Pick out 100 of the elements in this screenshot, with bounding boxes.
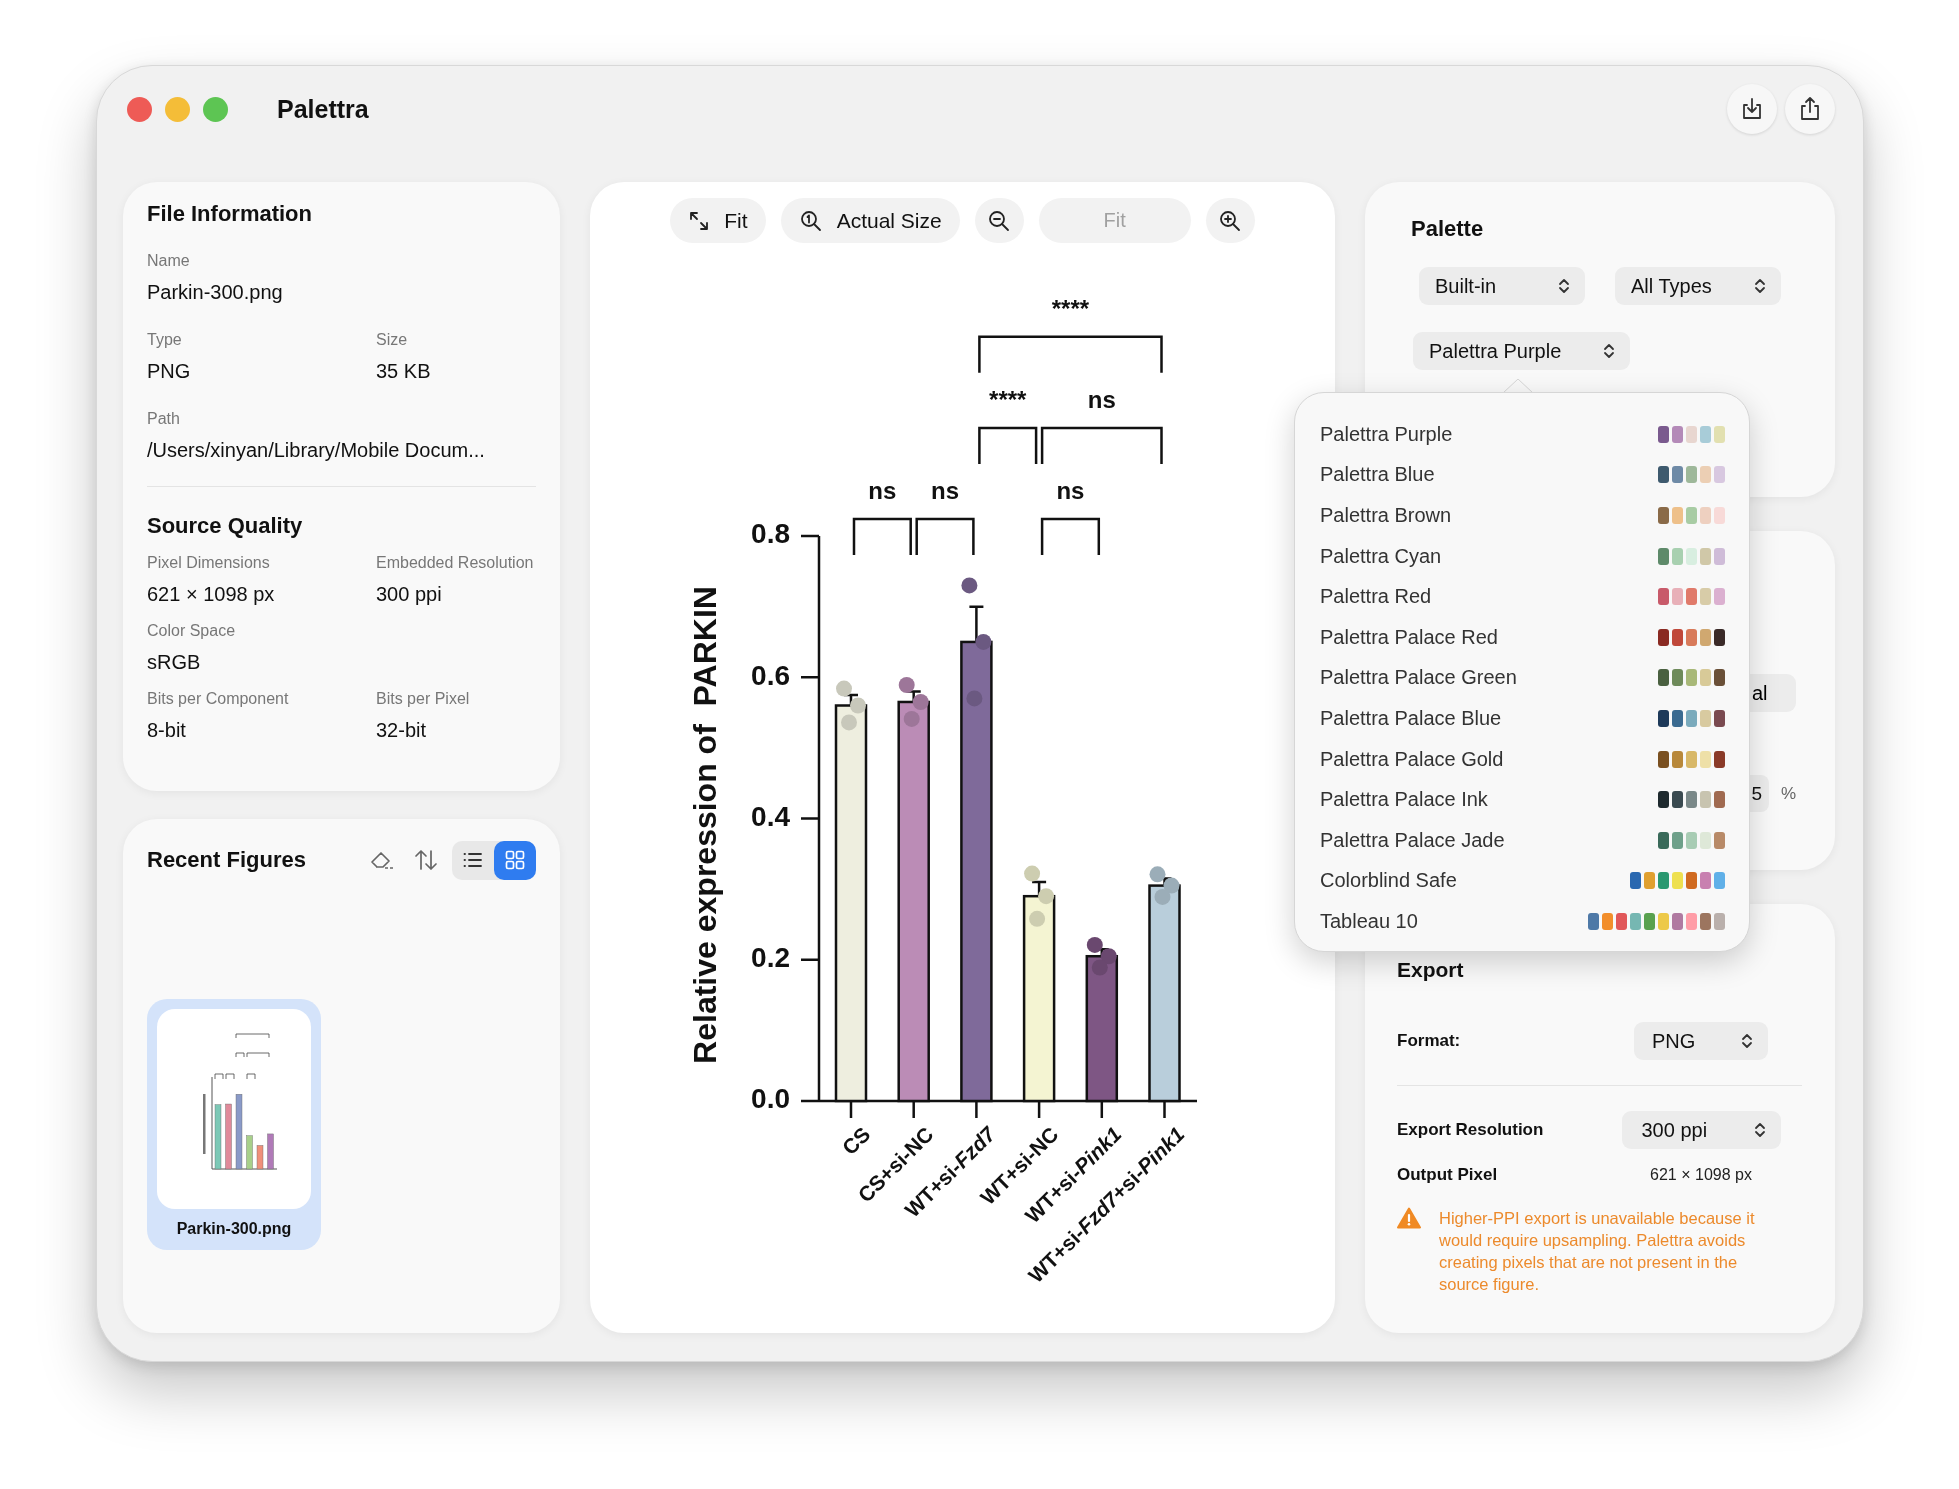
data-point — [898, 677, 915, 693]
data-point — [1038, 888, 1055, 905]
palette-select[interactable]: Palettra Purple — [1413, 332, 1630, 370]
data-point — [1024, 865, 1041, 882]
zoom-out-button[interactable] — [974, 198, 1024, 243]
field-label: Format: — [1397, 1031, 1462, 1051]
field-label: Output Pixel — [1397, 1165, 1499, 1185]
zoom-field[interactable]: Fit — [1038, 198, 1191, 243]
data-point — [1154, 888, 1171, 905]
palette-menu-item[interactable]: Colorblind Safe — [1295, 860, 1749, 902]
share-button[interactable] — [1785, 84, 1835, 134]
data-point — [961, 577, 978, 594]
palette-menu-item[interactable]: Palettra Palace Jade — [1295, 819, 1749, 861]
field-label: Bits per Pixel — [376, 689, 471, 709]
axis-tick-label: 0.8 — [751, 518, 790, 550]
field-label: Color Space — [147, 621, 237, 641]
window-title: Palettra — [277, 94, 369, 124]
data-point — [1163, 877, 1180, 894]
field-label: Embedded Resolution — [376, 553, 535, 573]
significance-bracket — [978, 426, 1038, 464]
axis-tick-label: 0.2 — [751, 942, 790, 974]
section-title: Recent Figures — [147, 846, 306, 874]
zoom-in-icon — [1218, 208, 1243, 233]
data-point — [912, 693, 929, 710]
close-button[interactable] — [127, 96, 152, 122]
actual-size-button[interactable]: Actual Size — [780, 198, 960, 243]
field-value: sRGB — [147, 650, 202, 675]
field-value: 8-bit — [147, 718, 187, 743]
fit-button[interactable]: Fit — [670, 198, 766, 243]
field-value: /Users/xinyan/Library/Mobile Docum... — [147, 438, 486, 463]
palette-menu-item[interactable]: Palettra Blue — [1295, 454, 1749, 496]
palette-menu-item[interactable]: Tableau 10 — [1295, 901, 1749, 942]
expand-icon — [688, 209, 711, 232]
section-title: File Information — [147, 200, 313, 228]
significance-label: ns — [868, 477, 897, 505]
field-value: 621 × 1098 px — [1650, 1166, 1752, 1184]
format-select[interactable]: PNG — [1634, 1022, 1768, 1060]
section-title: Source Quality — [147, 512, 304, 540]
field-value: 32-bit — [376, 718, 428, 743]
error-bar — [968, 605, 985, 644]
field-label: Name — [147, 251, 191, 271]
palette-menu-item[interactable]: Palettra Cyan — [1295, 535, 1749, 577]
magnifier-icon — [798, 208, 823, 233]
zoom-out-icon — [987, 208, 1012, 233]
significance-bracket — [1040, 517, 1101, 556]
data-point — [1086, 936, 1103, 953]
data-point — [966, 690, 983, 707]
palette-menu-item[interactable]: Palettra Palace Red — [1295, 616, 1749, 658]
field-label: Path — [147, 409, 181, 429]
palette-menu-item[interactable]: Palettra Red — [1295, 576, 1749, 617]
recent-figure-tile[interactable]: Parkin-300.png — [147, 999, 321, 1250]
field-label: Bits per Component — [147, 689, 290, 709]
palette-menu-item[interactable]: Palettra Brown — [1295, 495, 1749, 536]
field-value: 35 KB — [376, 359, 432, 384]
significance-label: ns — [1087, 386, 1116, 414]
axis-title: Relative expression of PARKIN — [687, 586, 724, 1064]
field-label: Pixel Dimensions — [147, 553, 271, 573]
significance-label: **** — [1051, 295, 1090, 323]
type-filter-select[interactable]: All Types — [1615, 267, 1781, 305]
field-label: Export Resolution — [1397, 1120, 1545, 1140]
significance-label: ns — [931, 477, 960, 505]
palette-menu-item[interactable]: Palettra Purple — [1295, 414, 1749, 455]
source-select[interactable]: Built-in — [1419, 267, 1585, 305]
zoom-in-button[interactable] — [1205, 198, 1255, 243]
download-button[interactable] — [1727, 84, 1777, 134]
chevron-updown-icon — [1740, 1031, 1754, 1051]
axis-tick-label: 0.6 — [751, 659, 790, 691]
resolution-select[interactable]: 300 ppi — [1621, 1111, 1781, 1149]
data-point — [975, 633, 992, 650]
significance-label: ns — [1056, 477, 1085, 505]
significance-bracket — [915, 517, 975, 556]
field-value: PNG — [147, 359, 192, 384]
data-point — [903, 710, 920, 727]
axis-tick-label: 0.0 — [751, 1083, 790, 1115]
grid-icon — [504, 849, 526, 871]
palette-menu-item[interactable]: Palettra Palace Blue — [1295, 698, 1749, 739]
data-point — [836, 680, 852, 697]
section-title: Palette — [1411, 215, 1485, 243]
view-mode-control[interactable] — [452, 840, 536, 880]
figure-name: Parkin-300.png — [176, 1220, 292, 1238]
chevron-updown-icon — [1557, 276, 1571, 296]
significance-label: **** — [989, 386, 1027, 414]
palette-menu-item[interactable]: Palettra Palace Green — [1295, 657, 1749, 699]
warning-icon — [1397, 1207, 1421, 1229]
data-point — [1100, 948, 1117, 965]
option-button[interactable]: al — [1748, 674, 1796, 712]
warning-message: Higher-PPI export is unavailable because it would require upsampling. Palettra avoids creating pixels that are not present in the source figure. — [1439, 1208, 1756, 1295]
field-value: 621 × 1098 px — [147, 582, 276, 607]
significance-bracket — [852, 517, 912, 556]
data-point — [1091, 959, 1108, 976]
data-point — [1029, 910, 1046, 927]
field-value: Parkin-300.png — [147, 280, 284, 305]
axis-tick-label: 0.4 — [751, 800, 790, 832]
field-label: Size — [376, 330, 409, 350]
chevron-updown-icon — [1752, 1120, 1767, 1140]
chevron-updown-icon — [1753, 276, 1767, 296]
chevron-updown-icon — [1602, 341, 1616, 361]
data-point — [1149, 866, 1166, 883]
unit-label: % — [1780, 783, 1796, 804]
section-title: Export — [1397, 957, 1465, 983]
